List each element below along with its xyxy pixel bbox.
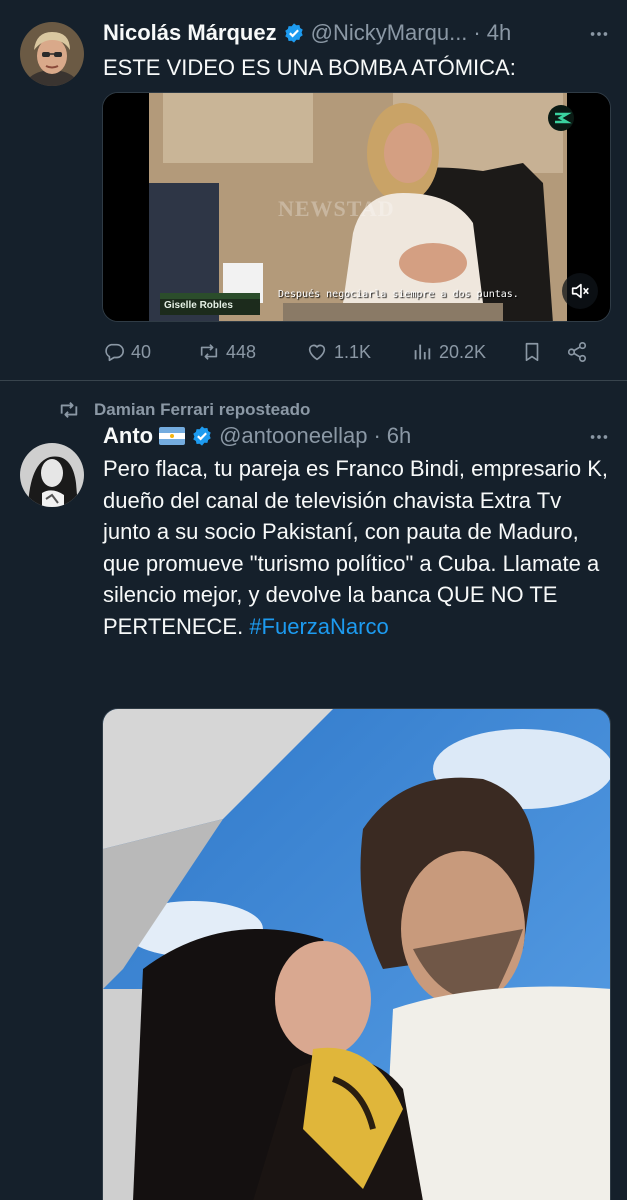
tweet-text: ESTE VIDEO ES UNA BOMBA ATÓMICA: xyxy=(103,55,516,80)
reply-icon xyxy=(105,343,124,362)
timestamp[interactable]: 4h xyxy=(487,20,511,46)
verified-badge-icon xyxy=(284,23,303,43)
tweet-header: Nicolás Márquez @NickyMarqu... · 4h xyxy=(103,18,607,48)
author-name[interactable]: Nicolás Márquez xyxy=(103,20,277,46)
verified-badge-icon xyxy=(193,426,211,446)
lower-third-name: Giselle Robles xyxy=(164,300,233,311)
separator-dot: · xyxy=(473,20,481,45)
author-handle[interactable]: @antooneellap xyxy=(219,423,367,449)
share-icon xyxy=(567,342,587,362)
timestamp[interactable]: 6h xyxy=(387,423,411,449)
argentina-flag-icon xyxy=(159,427,186,445)
tweet-header: Anto @antooneellap · 6h xyxy=(103,421,607,451)
video-watermark: NEWSTAD xyxy=(278,196,395,221)
share-button[interactable] xyxy=(566,341,588,363)
lower-third: Giselle Robles xyxy=(160,293,260,315)
reply-button[interactable]: 40 xyxy=(103,341,198,363)
repost-label: Damian Ferrari reposteado xyxy=(94,400,311,419)
bookmark-icon xyxy=(525,342,539,362)
tweet-text: Pero flaca, tu pareja es Franco Bindi, e… xyxy=(103,453,611,642)
more-icon[interactable] xyxy=(585,423,613,451)
more-icon[interactable] xyxy=(585,20,613,48)
photo-image xyxy=(103,709,610,1200)
video-player[interactable]: NEWSTAD Giselle Robles Después negociarl… xyxy=(102,92,611,322)
like-icon xyxy=(308,344,326,361)
like-button[interactable]: 1.1K xyxy=(306,341,411,363)
avatar[interactable] xyxy=(20,22,84,86)
channel-logo xyxy=(548,105,574,131)
video-subtitle: Después negociarla siempre a dos puntas. xyxy=(278,289,519,300)
bookmark-button[interactable] xyxy=(521,341,566,363)
tweet[interactable]: Nicolás Márquez @NickyMarqu... · 4h ESTE… xyxy=(0,0,627,381)
repost-context[interactable]: Damian Ferrari reposteado xyxy=(58,397,310,423)
repost-icon xyxy=(60,402,78,418)
views-count: 20.2K xyxy=(439,341,487,362)
tweet-actions: 40 448 1.1K 20.2K xyxy=(103,336,607,368)
tweet-body: Pero flaca, tu pareja es Franco Bindi, e… xyxy=(103,456,609,639)
separator-dot: · xyxy=(373,423,381,448)
hashtag-link[interactable]: #FuerzaNarco xyxy=(249,614,388,639)
author-handle[interactable]: @NickyMarqu... xyxy=(311,20,468,46)
repost-icon xyxy=(200,344,218,360)
reply-count: 40 xyxy=(131,341,152,362)
views-button[interactable]: 20.2K xyxy=(411,341,521,363)
tweet[interactable]: Damian Ferrari reposteado Anto @antoonee… xyxy=(0,381,627,1200)
author-name[interactable]: Anto xyxy=(103,423,153,449)
like-count: 1.1K xyxy=(334,341,372,362)
avatar[interactable] xyxy=(20,443,84,507)
repost-count: 448 xyxy=(226,341,257,362)
volume-muted-icon[interactable] xyxy=(562,273,598,309)
repost-button[interactable]: 448 xyxy=(198,341,306,363)
tweet-photo[interactable] xyxy=(102,708,611,1200)
views-icon xyxy=(414,344,431,360)
